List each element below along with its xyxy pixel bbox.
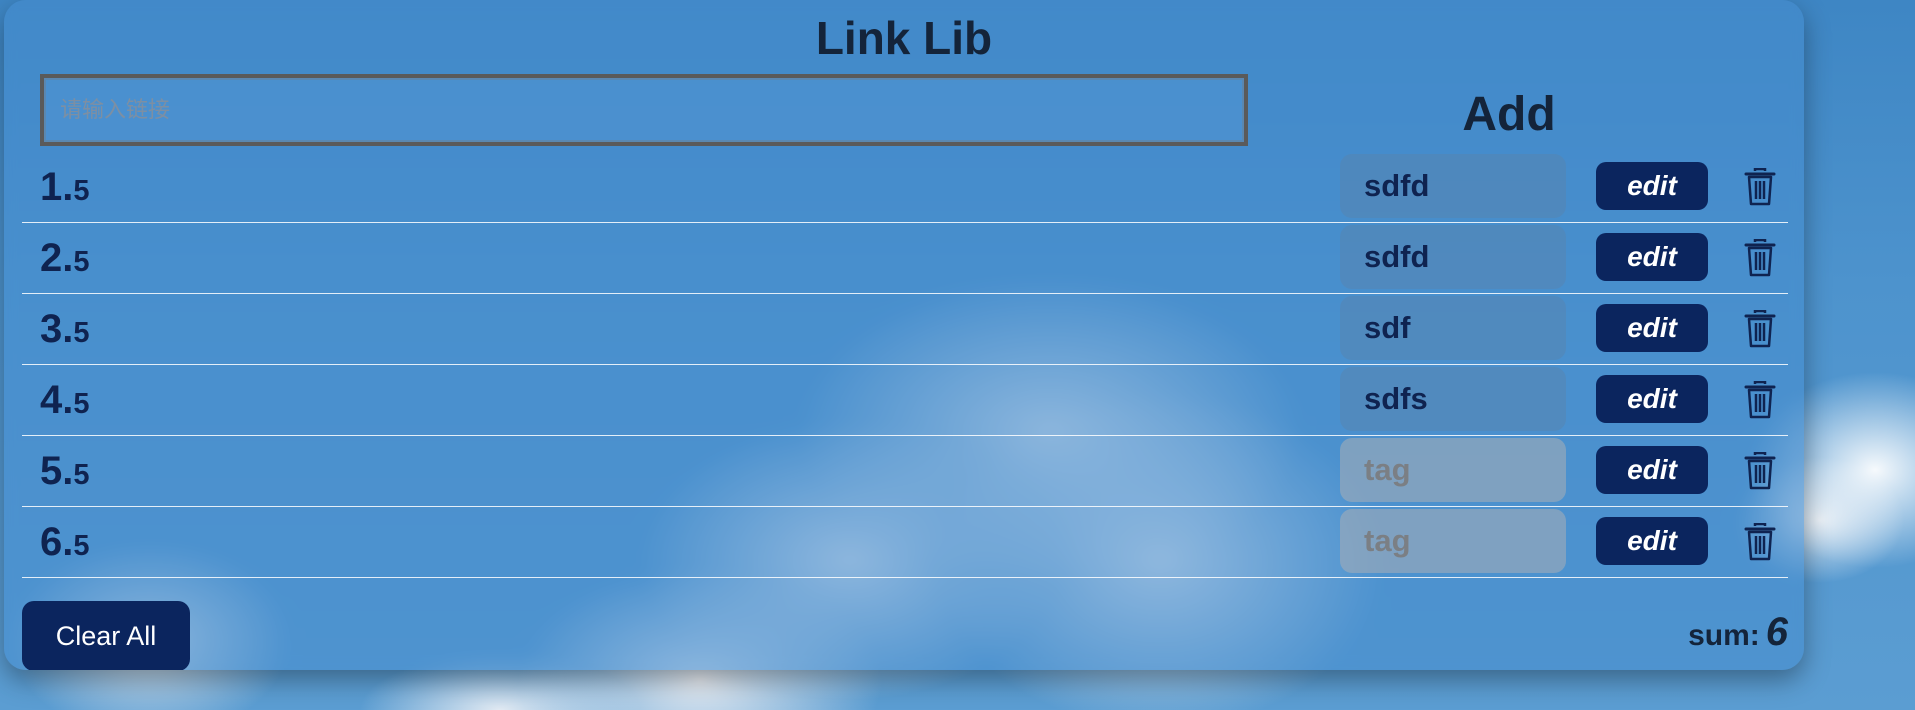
edit-button[interactable]: edit [1596,517,1708,565]
link-list: 1.5 edit 2.5 edit [22,152,1788,578]
list-item: 2.5 edit [22,223,1788,294]
trash-icon[interactable] [1744,452,1776,490]
tag-input[interactable] [1340,367,1566,431]
row-text: 5 [73,317,90,349]
page-title: Link Lib [815,12,993,64]
sum-value: 6 [1765,610,1788,654]
row-index: 5. [40,449,74,493]
row-label: 2.5 [40,223,90,297]
trash-icon[interactable] [1744,381,1776,419]
list-item: 1.5 edit [22,152,1788,223]
row-index: 1. [40,165,74,209]
edit-button[interactable]: edit [1596,446,1708,494]
trash-icon[interactable] [1744,168,1776,206]
sum-display: sum: 6 [1688,602,1788,670]
row-text: 5 [73,530,90,562]
row-index: 3. [40,307,74,351]
trash-icon[interactable] [1744,310,1776,348]
edit-button[interactable]: edit [1596,162,1708,210]
tag-input[interactable] [1340,438,1566,502]
row-index: 4. [40,378,74,422]
tag-input[interactable] [1340,296,1566,360]
add-button[interactable]: Add [1414,84,1604,144]
sum-label: sum: [1688,619,1760,652]
row-text: 5 [73,388,90,420]
row-text: 5 [73,246,90,278]
row-label: 5.5 [40,436,90,510]
trash-icon[interactable] [1744,239,1776,277]
list-item: 5.5 edit [22,436,1788,507]
list-item: 3.5 edit [22,294,1788,365]
link-lib-card: Link Lib Add 1.5 edit 2.5 edit [4,0,1804,670]
row-index: 2. [40,236,74,280]
tag-input[interactable] [1340,154,1566,218]
row-text: 5 [73,459,90,491]
trash-icon[interactable] [1744,523,1776,561]
tag-input[interactable] [1340,509,1566,573]
list-item: 6.5 edit [22,507,1788,578]
row-label: 3.5 [40,294,90,368]
row-text: 5 [73,175,90,207]
link-input[interactable] [40,74,1248,146]
edit-button[interactable]: edit [1596,375,1708,423]
edit-button[interactable]: edit [1596,304,1708,352]
clear-all-button[interactable]: Clear All [22,601,190,670]
tag-input[interactable] [1340,225,1566,289]
row-index: 6. [40,520,74,564]
edit-button[interactable]: edit [1596,233,1708,281]
row-label: 4.5 [40,365,90,439]
list-item: 4.5 edit [22,365,1788,436]
row-label: 6.5 [40,507,90,581]
row-label: 1.5 [40,152,90,226]
